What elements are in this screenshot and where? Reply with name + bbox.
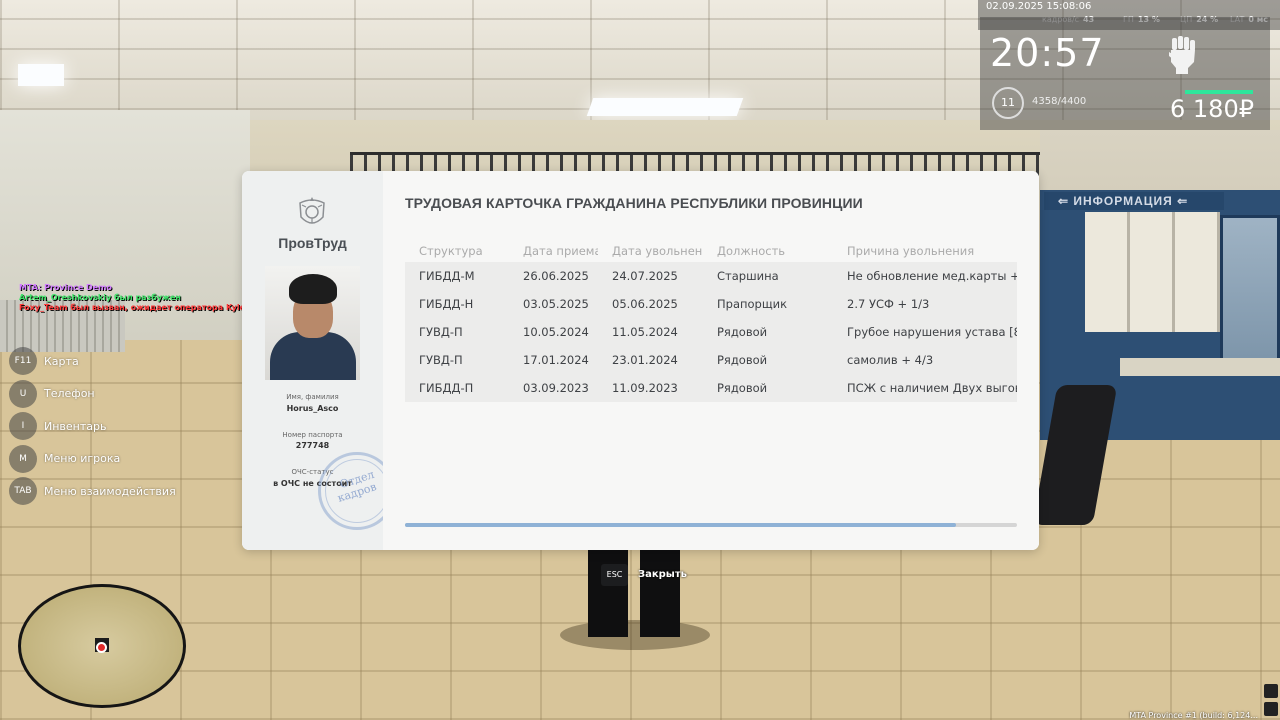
player-position-icon [96, 642, 107, 653]
cell-structure: ГУВД-П [419, 325, 463, 339]
employment-records: ТРУДОВАЯ КАРТОЧКА ГРАЖДАНИНА РЕСПУБЛИКИ … [383, 171, 1039, 550]
cell-fire-date: 23.01.2024 [612, 353, 678, 367]
horizontal-scrollbar[interactable] [405, 523, 1017, 527]
cell-structure: ГУВД-П [419, 353, 463, 367]
cell-rank: Рядовой [717, 381, 768, 395]
scrollbar-thumb[interactable] [405, 523, 956, 527]
keybind-player-menu[interactable]: M Меню игрока [9, 443, 176, 476]
counter [1120, 358, 1280, 376]
cell-reason: Не обновление мед.карты + [ [847, 269, 1017, 283]
cell-reason: Грубое нарушения устава [8/ [847, 325, 1017, 339]
employment-table: Структура Дата приема Дата увольнени Дол… [405, 240, 1017, 402]
keybind-map[interactable]: F11 Карта [9, 345, 176, 378]
cell-fire-date: 05.06.2025 [612, 297, 678, 311]
keybind-inventory[interactable]: I Инвентарь [9, 410, 176, 443]
fist-icon [1169, 36, 1195, 74]
cell-fire-date: 24.07.2025 [612, 269, 678, 283]
citizen-sidebar: ПровТруд Имя, фамилия Horus_Asco Номер п… [242, 171, 396, 550]
key-label: Меню игрока [44, 452, 121, 466]
cell-hire-date: 10.05.2024 [523, 325, 589, 339]
player-character [588, 545, 680, 637]
passport-caption: Номер паспорта [282, 431, 343, 439]
citizen-photo [265, 266, 360, 380]
ceiling-light [586, 98, 744, 116]
cell-fire-date: 11.05.2024 [612, 325, 678, 339]
column-header: Дата приема [523, 244, 598, 258]
key-badge: M [9, 444, 37, 473]
key-badge: U [9, 379, 37, 408]
keybind-hints: F11 Карта U Телефон I Инвентарь M Меню и… [9, 345, 176, 508]
info-sign: ⇐ ИНФОРМАЦИЯ ⇐ [1044, 192, 1224, 210]
build-version: MTA Province #1 (build: 6,124... [1129, 711, 1258, 720]
service-window [1220, 215, 1280, 365]
cell-hire-date: 26.06.2025 [523, 269, 589, 283]
game-clock: 20:57 [990, 31, 1105, 75]
cell-rank: Рядовой [717, 353, 768, 367]
table-row: ГИБДД-Н 03.05.2025 05.06.2025 Прапорщик … [405, 290, 1017, 318]
table-header: Структура Дата приема Дата увольнени Дол… [405, 240, 1017, 262]
cell-hire-date: 03.05.2025 [523, 297, 589, 311]
info-sheets [1085, 212, 1220, 332]
cell-hire-date: 17.01.2024 [523, 353, 589, 367]
cell-rank: Старшина [717, 269, 779, 283]
column-header: Дата увольнени [612, 244, 703, 258]
passport-number: 277748 [295, 441, 330, 450]
table-row: ГИБДД-П 03.09.2023 11.09.2023 Рядовой ПС… [405, 374, 1017, 402]
key-badge: TAB [9, 477, 37, 506]
money-counter: 6 180₽ [1170, 95, 1254, 123]
xp-counter: 4358/4400 [1032, 96, 1087, 107]
cell-reason: самолив + 4/3 [847, 353, 934, 367]
keybind-phone[interactable]: U Телефон [9, 378, 176, 411]
citizen-name: Horus_Asco [286, 404, 339, 413]
health-bar [1185, 90, 1253, 94]
key-label: Телефон [44, 387, 95, 401]
key-label: Меню взаимодействия [44, 484, 176, 498]
cell-rank: Рядовой [717, 325, 768, 339]
column-header: Должность [717, 244, 786, 258]
cell-structure: ГИБДД-П [419, 381, 474, 395]
column-header: Структура [419, 244, 483, 258]
key-label: Инвентарь [44, 419, 107, 433]
hud-panel: 20:57 11 4358/4400 6 180₽ [980, 17, 1270, 130]
cell-rank: Прапорщик [717, 297, 788, 311]
name-caption: Имя, фамилия [286, 393, 339, 401]
hud-datetime: 02.09.2025 15:08:06 [986, 1, 1092, 12]
org-name: ПровТруд [278, 235, 347, 251]
cell-hire-date: 03.09.2023 [523, 381, 589, 395]
cell-structure: ГИБДД-Н [419, 297, 474, 311]
table-row: ГУВД-П 17.01.2024 23.01.2024 Рядовой сам… [405, 346, 1017, 374]
esc-key-badge[interactable]: ESC [601, 564, 628, 586]
key-label: Карта [44, 354, 79, 368]
column-header: Причина увольнения [847, 244, 975, 258]
microphone-icon [1264, 684, 1278, 698]
table-row: ГИБДД-М 26.06.2025 24.07.2025 Старшина Н… [405, 262, 1017, 290]
key-badge: F11 [9, 347, 37, 376]
ceiling-light [18, 64, 64, 86]
key-badge: I [9, 412, 37, 441]
card-title: ТРУДОВАЯ КАРТОЧКА ГРАЖДАНИНА РЕСПУБЛИКИ … [405, 195, 863, 211]
employment-card-modal: ПровТруд Имя, фамилия Horus_Asco Номер п… [242, 171, 1039, 550]
cell-fire-date: 11.09.2023 [612, 381, 678, 395]
cell-structure: ГИБДД-М [419, 269, 475, 283]
level-indicator: 11 [992, 87, 1024, 119]
settings-icon [1264, 702, 1278, 716]
close-label[interactable]: Закрыть [638, 569, 687, 580]
cell-reason: ПСЖ с наличием Двух выгов [847, 381, 1017, 395]
coat-of-arms-icon [299, 197, 325, 224]
keybind-interaction-menu[interactable]: TAB Меню взаимодействия [9, 475, 176, 508]
cell-reason: 2.7 УСФ + 1/3 [847, 297, 930, 311]
table-row: ГУВД-П 10.05.2024 11.05.2024 Рядовой Гру… [405, 318, 1017, 346]
